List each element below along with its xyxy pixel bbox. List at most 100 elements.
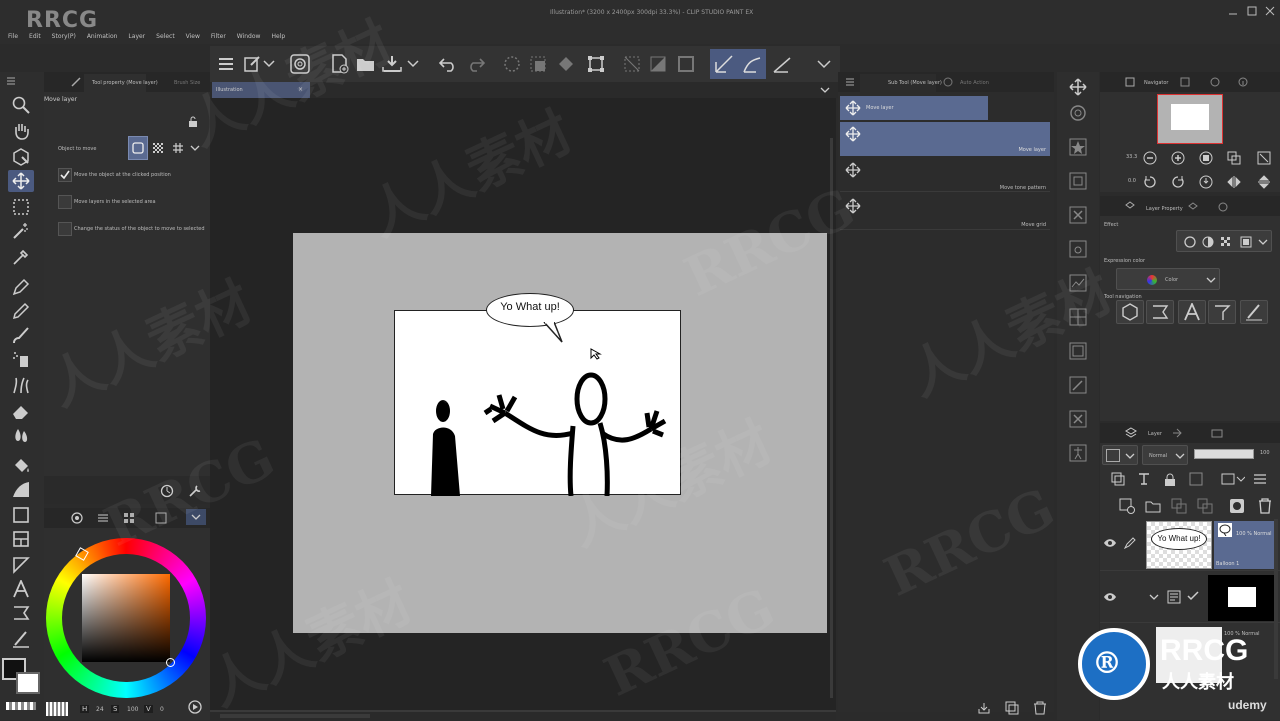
option-checkbox-2[interactable] <box>58 195 72 209</box>
tab-navigator[interactable]: Navigator <box>1144 80 1168 86</box>
saturation-value-square[interactable] <box>82 574 170 662</box>
opacity-value[interactable]: 100 <box>1260 450 1270 456</box>
border-icon[interactable] <box>674 52 698 76</box>
chevron-down-icon[interactable] <box>1257 235 1269 249</box>
list-icon[interactable] <box>1252 471 1268 487</box>
nav-text-icon[interactable] <box>1178 300 1206 324</box>
snap-icon[interactable] <box>646 52 670 76</box>
object-tone-icon[interactable] <box>148 136 168 160</box>
transparent-swatch[interactable] <box>46 702 68 716</box>
menu-icon[interactable] <box>6 76 16 86</box>
wrench-icon[interactable] <box>186 482 204 500</box>
open-folder-icon[interactable] <box>354 52 378 76</box>
expression-select[interactable]: Color <box>1116 268 1220 290</box>
close-square-icon[interactable] <box>1065 204 1091 226</box>
history-tab-icon[interactable] <box>1170 426 1184 440</box>
balloon-icon[interactable] <box>8 602 34 624</box>
chevron-down-icon[interactable] <box>818 83 832 97</box>
fit-window-icon[interactable] <box>1226 150 1242 166</box>
flip-horizontal-icon[interactable] <box>1226 174 1242 190</box>
menu-icon[interactable] <box>214 52 238 76</box>
option-checkbox-1[interactable] <box>58 168 72 182</box>
new-file-icon[interactable] <box>328 52 352 76</box>
check-icon[interactable] <box>1186 589 1200 603</box>
trash-icon[interactable] <box>1032 700 1048 716</box>
option-checkbox-3[interactable] <box>58 222 72 236</box>
zoom-in-icon[interactable] <box>1170 150 1186 166</box>
selection-icon[interactable] <box>8 196 34 218</box>
nav-object-icon[interactable] <box>1116 300 1144 324</box>
menu-file[interactable]: File <box>8 33 18 40</box>
pattern-effect-icon[interactable] <box>1219 235 1233 249</box>
tab-layer-property[interactable]: Layer Property <box>1146 206 1183 212</box>
hand-icon[interactable] <box>8 120 34 142</box>
brush-icon[interactable] <box>8 324 34 346</box>
h-value[interactable]: 24 <box>96 706 104 713</box>
brush-search-icon[interactable] <box>1216 200 1230 214</box>
vertical-scrollbar[interactable] <box>830 138 833 698</box>
tab-brush-size[interactable]: Brush Size <box>174 80 200 86</box>
decoration-icon[interactable] <box>8 374 34 396</box>
material-icon[interactable] <box>1065 170 1091 192</box>
object-icon[interactable] <box>8 146 34 168</box>
flip-vertical-icon[interactable] <box>1256 174 1272 190</box>
expand-icon[interactable] <box>1256 150 1272 166</box>
eye-icon[interactable] <box>1102 535 1118 551</box>
menu-layer[interactable]: Layer <box>128 33 145 40</box>
airbrush-icon[interactable] <box>8 348 34 370</box>
info-icon[interactable] <box>1236 75 1250 89</box>
search-icon[interactable] <box>1065 102 1091 124</box>
zoom-out-icon[interactable] <box>1142 150 1158 166</box>
new-raster-layer-icon[interactable] <box>1118 497 1136 515</box>
fit-icon[interactable] <box>1198 150 1214 166</box>
eye-icon[interactable] <box>1102 589 1118 605</box>
delete-layer-icon[interactable] <box>1256 497 1274 515</box>
figure-icon[interactable] <box>1065 442 1091 464</box>
play-icon[interactable] <box>186 698 204 716</box>
snap-grid-icon[interactable] <box>770 52 794 76</box>
move-layer-icon[interactable] <box>8 170 34 192</box>
color-picker-cursor[interactable] <box>166 658 175 667</box>
transparent-swatch[interactable] <box>6 702 36 710</box>
layer-search-icon[interactable] <box>1186 200 1200 214</box>
search-icon[interactable] <box>1208 75 1222 89</box>
fill-bucket-icon[interactable] <box>8 454 34 476</box>
pen-icon[interactable] <box>8 276 34 298</box>
tab-sub-tool[interactable]: Sub Tool (Move layer) <box>888 80 942 86</box>
menu-help[interactable]: Help <box>271 33 285 40</box>
tab-canvas[interactable]: Illustration × <box>212 82 310 98</box>
clear-icon[interactable] <box>500 52 524 76</box>
layer-color-select[interactable] <box>1102 445 1138 465</box>
menu-filter[interactable]: Filter <box>211 33 226 40</box>
zoom-icon[interactable] <box>8 94 34 116</box>
s-value[interactable]: 100 <box>127 706 138 713</box>
border-effect-icon[interactable] <box>1183 235 1197 249</box>
menu-window[interactable]: Window <box>237 33 261 40</box>
layer-row[interactable]: Yo What up! 100 % Normal Balloon 1 <box>1100 519 1280 571</box>
chevron-down-icon[interactable] <box>406 52 420 76</box>
layer-color-icon[interactable] <box>1239 235 1253 249</box>
snap-ruler-icon[interactable] <box>710 49 738 79</box>
reset-rotation-icon[interactable] <box>1198 174 1214 190</box>
minimize-icon[interactable] <box>1226 4 1240 18</box>
transform-icon[interactable] <box>584 52 608 76</box>
tone-effect-icon[interactable] <box>1201 235 1215 249</box>
frame-border-icon[interactable] <box>8 528 34 550</box>
opacity-slider[interactable] <box>1194 449 1254 459</box>
chevron-down-icon[interactable] <box>262 52 276 76</box>
subtool-item-1[interactable]: Move layer <box>840 96 988 120</box>
subtool-item-3[interactable]: Move tone pattern <box>840 158 1050 192</box>
layer-row[interactable] <box>1100 573 1280 623</box>
color-slider-tab-icon[interactable] <box>96 511 110 525</box>
snap-special-ruler-icon[interactable] <box>738 49 766 79</box>
animation-tab-icon[interactable] <box>1210 426 1224 440</box>
maximize-icon[interactable] <box>1245 4 1259 18</box>
duplicate-icon[interactable] <box>1004 700 1020 716</box>
edit-icon[interactable] <box>1065 374 1091 396</box>
lock-icon[interactable] <box>186 114 200 128</box>
clip-icon[interactable] <box>1110 471 1126 487</box>
layer-scrollbar[interactable] <box>1274 519 1278 679</box>
rotate-right-icon[interactable] <box>1170 174 1186 190</box>
camera-icon[interactable] <box>1065 238 1091 260</box>
eraser-icon[interactable] <box>8 400 34 422</box>
